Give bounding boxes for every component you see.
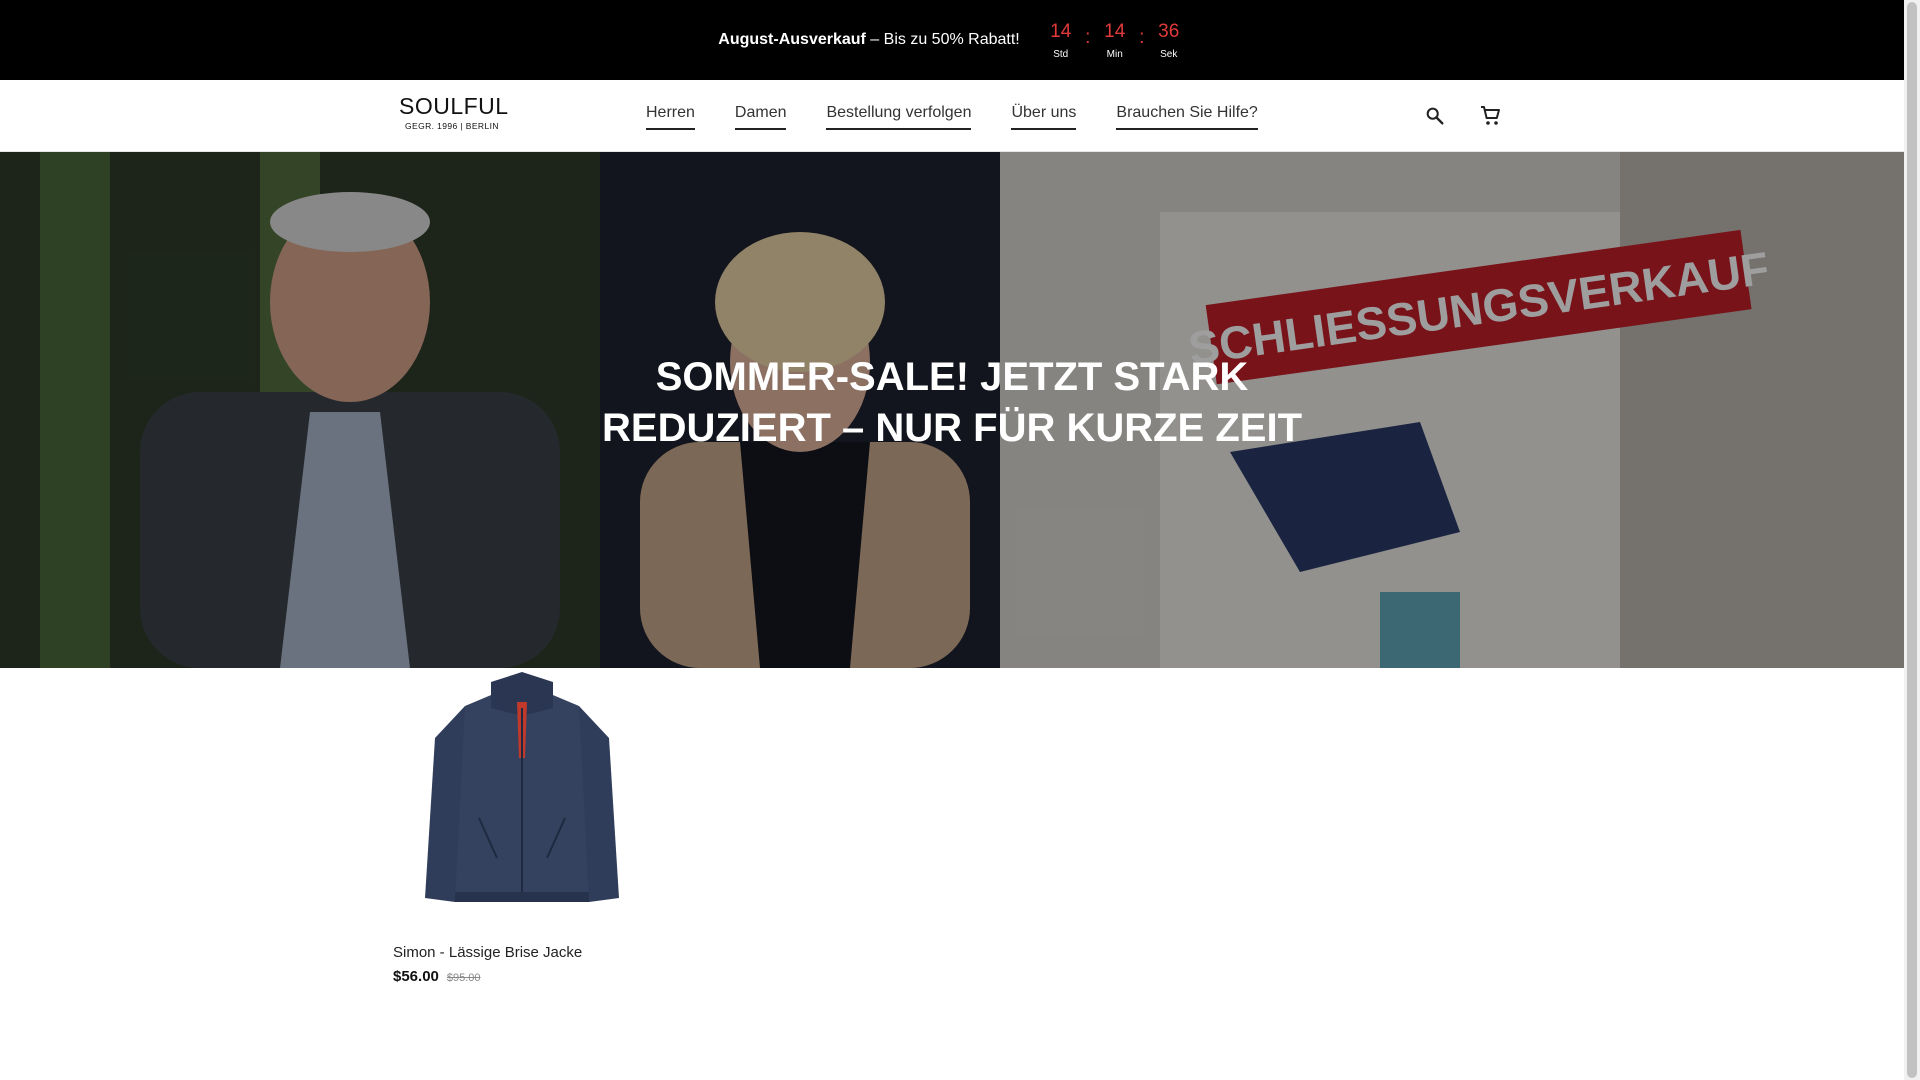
logo-wordmark: SOULFUL <box>399 93 509 119</box>
nav-item-about[interactable]: Über uns <box>1011 104 1077 130</box>
product-sale-price: $56.00 <box>393 968 439 985</box>
logo-tagline: GEGR. 1996 | BERLIN <box>405 121 499 131</box>
scrollbar-thumb[interactable] <box>1907 2 1917 1078</box>
nav-item-help[interactable]: Brauchen Sie Hilfe? <box>1116 104 1258 130</box>
countdown-seconds: 36 Sek <box>1152 21 1186 60</box>
announcement-rest: – Bis zu 50% Rabatt! <box>865 31 1020 48</box>
countdown-separator: : <box>1085 26 1091 48</box>
countdown-separator: : <box>1139 26 1145 48</box>
page-scrollbar[interactable] <box>1904 0 1920 1080</box>
announcement-bar: August-Ausverkauf – Bis zu 50% Rabatt! 1… <box>0 0 1904 80</box>
main-nav: Herren Damen Bestellung verfolgen Über u… <box>646 104 1298 130</box>
countdown-minutes-value: 14 <box>1104 20 1126 42</box>
countdown-timer: 14 Std : 14 Min : 36 Sek <box>1044 21 1186 60</box>
nav-item-track-order[interactable]: Bestellung verfolgen <box>826 104 972 130</box>
countdown-minutes: 14 Min <box>1098 21 1132 60</box>
search-icon <box>1426 107 1444 125</box>
announcement-bold: August-Ausverkauf <box>718 31 866 48</box>
countdown-hours: 14 Std <box>1044 21 1078 60</box>
countdown-seconds-value: 36 <box>1158 20 1180 42</box>
countdown-hours-value: 14 <box>1050 20 1072 42</box>
product-title[interactable]: Simon - Lässige Brise Jacke <box>393 944 653 961</box>
nav-item-damen[interactable]: Damen <box>734 104 787 130</box>
hero-banner: SCHLIESSUNGSVERKAUF SOMMER-SALE! JETZT S… <box>0 152 1904 668</box>
site-header: SOULFUL GEGR. 1996 | BERLIN Herren Damen… <box>0 80 1904 152</box>
product-image-jacket[interactable] <box>393 668 651 924</box>
cart-icon <box>1481 106 1500 125</box>
nav-item-herren[interactable]: Herren <box>646 104 695 130</box>
site-logo[interactable]: SOULFUL GEGR. 1996 | BERLIN <box>399 94 511 138</box>
product-card[interactable]: Simon - Lässige Brise Jacke $56.00 $95.0… <box>393 668 653 985</box>
search-button[interactable] <box>1421 102 1449 130</box>
countdown-hours-label: Std <box>1053 48 1069 60</box>
countdown-seconds-label: Sek <box>1160 48 1178 60</box>
product-compare-price: $95.00 <box>446 972 481 984</box>
product-price-row: $56.00 $95.00 <box>393 968 653 985</box>
announcement-text: August-Ausverkauf – Bis zu 50% Rabatt! <box>718 31 1019 49</box>
cart-button[interactable] <box>1477 102 1505 130</box>
hero-title: SOMMER-SALE! JETZT STARK REDUZIERT – NUR… <box>602 355 1302 450</box>
countdown-minutes-label: Min <box>1106 48 1123 60</box>
